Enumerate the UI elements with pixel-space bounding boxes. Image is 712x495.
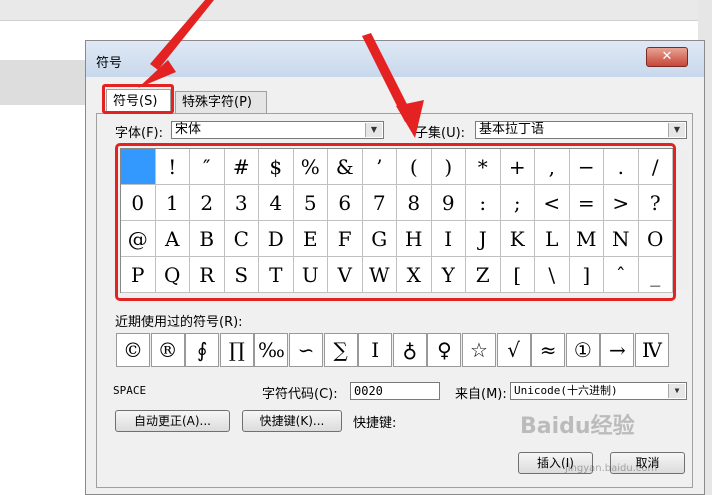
arrow-to-tab xyxy=(138,0,214,88)
arrow-to-grid xyxy=(362,33,424,138)
watermark-logo: Baidu经验 xyxy=(520,414,635,439)
watermark-url: jingyan.baidu.com xyxy=(565,463,658,474)
